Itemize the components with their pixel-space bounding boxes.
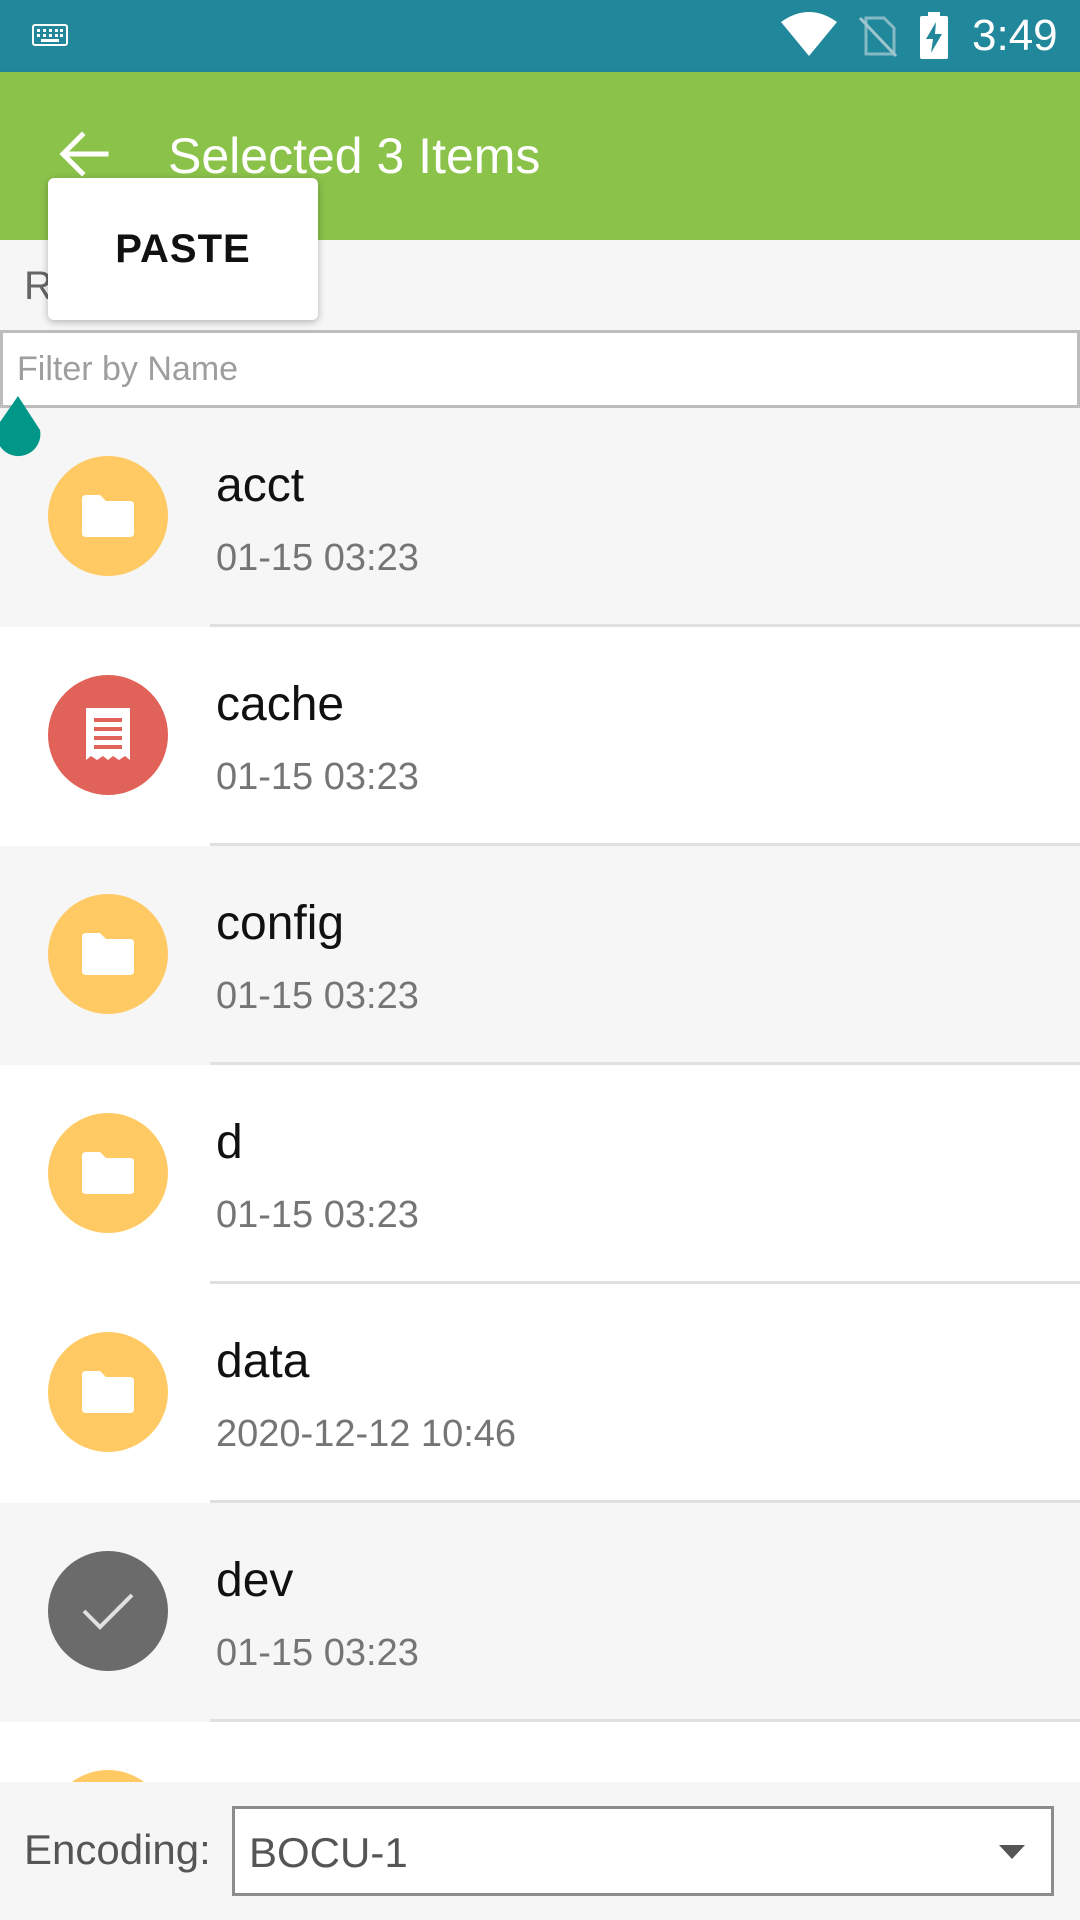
list-item[interactable]: dev 01-15 03:23 (0, 1503, 1080, 1722)
folder-icon (48, 894, 168, 1014)
status-bar: 3:49 (0, 0, 1080, 72)
file-date: 2020-12-12 10:46 (216, 1413, 517, 1455)
list-item[interactable]: cache 01-15 03:23 (0, 627, 1080, 846)
wifi-icon (781, 12, 837, 56)
encoding-value: BOCU-1 (249, 1829, 408, 1876)
page-title: Selected 3 Items (168, 128, 541, 184)
list-item[interactable] (0, 1722, 1080, 1782)
folder-icon (48, 1113, 168, 1233)
keyboard-icon (32, 24, 68, 46)
dropdown-arrow-icon (999, 1845, 1025, 1859)
file-name: d (216, 1116, 243, 1169)
paste-menu-item[interactable]: PASTE (48, 178, 318, 320)
battery-charging-icon (920, 12, 948, 59)
no-sim-icon (858, 16, 898, 58)
folder-icon (48, 1770, 168, 1782)
file-date: 01-15 03:23 (216, 1632, 419, 1674)
folder-icon (48, 456, 168, 576)
popup-menu: PASTE (48, 178, 318, 320)
arrow-back-icon[interactable] (54, 124, 114, 184)
text-cursor-handle[interactable] (0, 396, 48, 466)
filter-input[interactable] (3, 333, 1077, 405)
file-date: 01-15 03:23 (216, 975, 419, 1017)
file-name: config (216, 897, 345, 950)
file-date: 01-15 03:23 (216, 756, 419, 798)
encoding-select[interactable]: BOCU-1 (232, 1806, 1054, 1896)
file-name: dev (216, 1554, 294, 1607)
file-name: data (216, 1335, 310, 1388)
filter-field (0, 330, 1080, 408)
file-date: 01-15 03:23 (216, 537, 419, 579)
encoding-label: Encoding: (24, 1826, 211, 1873)
document-icon (48, 675, 168, 795)
list-item[interactable]: d 01-15 03:23 (0, 1065, 1080, 1284)
list-item[interactable]: config 01-15 03:23 (0, 846, 1080, 1065)
file-date: 01-15 03:23 (216, 1194, 419, 1236)
file-list: acct 01-15 03:23 cache 01-15 03:23 confi… (0, 408, 1080, 1782)
list-item[interactable]: acct 01-15 03:23 (0, 408, 1080, 627)
status-time: 3:49 (972, 11, 1058, 60)
encoding-bar: Encoding: BOCU-1 (0, 1782, 1080, 1920)
file-name: cache (216, 678, 345, 731)
list-item[interactable]: data 2020-12-12 10:46 (0, 1284, 1080, 1503)
check-icon (48, 1551, 168, 1671)
folder-icon (48, 1332, 168, 1452)
file-name: acct (216, 459, 305, 512)
